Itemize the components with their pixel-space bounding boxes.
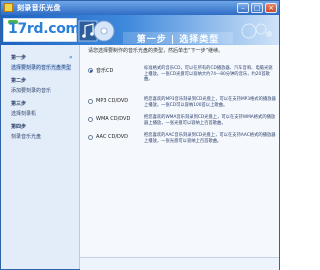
option-description: 把您喜欢的AAC音乐刻录到CD光盘上，可以在支持AAC格式的播放器上播放，一张光… [144,133,276,144]
instruction-text: 请您选择要制作的音乐光盘的类型，然后单击“下一步”继续。 [88,48,224,54]
music-disc-icon [78,20,115,42]
option-label[interactable]: WMA CD/DVD [96,116,130,122]
button-bar [80,257,279,270]
option-description: 把您喜欢的MP3音乐刻录到CD光盘上，可以在支持MP3格式的播放器上播放，一张C… [144,97,276,108]
step-heading: 第一步 [11,55,27,61]
maximize-button[interactable]: □ [251,3,263,13]
radio-mp3[interactable] [88,99,93,104]
window-title: 刻录音乐光盘 [17,4,61,12]
content-panel: 请您选择要制作的音乐光盘的类型，然后单击“下一步”继续。 音乐CD 标准格式的音… [80,45,279,269]
step-heading: 第三步 [11,101,27,107]
app-icon [4,3,13,12]
header-banner: 17rd.com 第一步 | 选择类型 [1,15,279,45]
option-label[interactable]: AAC CD/DVD [96,134,128,140]
window-controls: – □ × [237,3,277,13]
option-description: 把您喜欢的WMA音乐刻录到CD光盘上，可以在支持WMA格式的播放器上播放，一张光… [144,115,276,126]
decoration-icon [241,23,272,39]
minimize-button[interactable]: – [237,3,249,13]
radio-aac[interactable] [88,135,93,140]
step-description: 添加要刻录的音乐 [11,88,52,94]
title-bar[interactable]: 刻录音乐光盘 – □ × [1,1,279,15]
option-label[interactable]: 音乐CD [96,67,113,74]
site-logo: 17rd.com [3,18,80,42]
radio-audio-cd[interactable] [88,68,93,73]
logo-text: 17rd.com [8,21,80,37]
steps-sidebar: 第一步 » 选择要刻录的音乐光盘类型 第二步 添加要刻录的音乐 第三步 选择刻录… [1,45,80,269]
wizard-window: 刻录音乐光盘 – □ × 17rd.com 第一步 | 选择类型 第一步 » 选… [0,0,280,270]
step-description: 选择刻录机 [11,111,37,117]
step-description: 刻录音乐光盘 [11,134,42,140]
option-description: 标准格式的音乐CD，可以在所有的CD播放器、汽车音响、电脑光驱上播放。一张CD光… [144,66,273,83]
step-heading: 第二步 [11,78,27,84]
step-heading: 第四步 [11,124,27,130]
radio-wma[interactable] [88,117,93,122]
close-button[interactable]: × [265,3,277,13]
step-title: 第一步 | 选择类型 [123,32,233,45]
step-description: 选择要刻录的音乐光盘类型 [11,64,72,71]
option-label[interactable]: MP3 CD/DVD [96,98,128,104]
double-chevron-icon: » [69,54,73,61]
